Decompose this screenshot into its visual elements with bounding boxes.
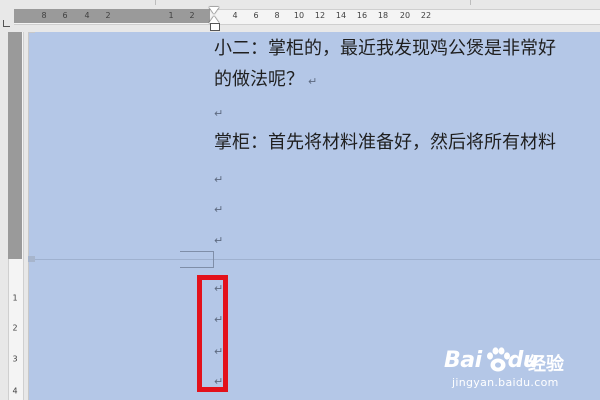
horizontal-ruler[interactable]: 8 6 4 2 1 2 4 6 8 10 12 14 16 18 20 22	[0, 0, 600, 33]
paragraph-line[interactable]: 的做法呢？ ↵	[214, 69, 317, 93]
paragraph-mark-icon: ↵	[214, 173, 224, 186]
ruler-label: 2	[12, 323, 18, 333]
paragraph-line[interactable]: 掌柜：首先将材料准备好，然后将所有材料	[214, 132, 556, 154]
ruler-label: 2	[189, 11, 195, 20]
ruler-label: 2	[105, 11, 111, 20]
ruler-label: 20	[399, 11, 411, 20]
left-indent-marker[interactable]	[210, 23, 220, 31]
page-break-line	[35, 259, 600, 260]
paragraph-line[interactable]: 小二：掌柜的，最近我发现鸡公煲是非常好	[214, 38, 556, 60]
first-line-indent-marker[interactable]	[209, 7, 219, 14]
margin-corner-mark	[180, 251, 214, 268]
ruler-top-mark	[155, 0, 156, 5]
paragraph-text: 小二：掌柜的，最近我发现鸡公煲是非常好	[214, 38, 556, 59]
ruler-label: 16	[356, 11, 368, 20]
paw-icon	[487, 347, 510, 372]
ruler-label: 1	[12, 293, 18, 303]
paragraph-mark-icon: ↵	[214, 203, 224, 216]
vertical-ruler-top-margin	[8, 32, 22, 259]
ruler-label: 8	[41, 11, 47, 20]
ruler-label: 14	[335, 11, 347, 20]
paragraph-mark-icon: ↵	[214, 234, 224, 247]
ruler-label: 12	[314, 11, 326, 20]
ruler-label: 8	[274, 11, 280, 20]
hanging-indent-marker[interactable]	[209, 16, 219, 23]
page-gap	[28, 256, 35, 262]
ruler-label: 22	[420, 11, 432, 20]
ruler-top-mark	[470, 0, 471, 5]
ruler-label: 4	[12, 386, 18, 396]
watermark-brand: 经验	[528, 354, 564, 375]
vertical-ruler[interactable]: 1 2 3 4	[0, 32, 29, 400]
watermark-url: jingyan.baidu.com	[452, 376, 559, 389]
paragraph-text: 掌柜：首先将材料准备好，然后将所有材料	[214, 132, 556, 153]
ruler-label: 6	[62, 11, 68, 20]
ruler-label: 1	[168, 11, 174, 20]
ruler-label: 4	[84, 11, 90, 20]
baidu-jingyan-watermark: Bai du 经验 jingyan.baidu.com	[438, 344, 588, 394]
ruler-label: 10	[293, 11, 305, 20]
annotation-highlight-box	[197, 275, 228, 392]
word-document-window: 8 6 4 2 1 2 4 6 8 10 12 14 16 18 20 22 1…	[0, 0, 600, 400]
paragraph-mark-icon: ↵	[214, 107, 224, 120]
ruler-label: 3	[12, 354, 18, 364]
paragraph-mark-icon: ↵	[308, 75, 318, 88]
tab-selector-icon[interactable]	[3, 20, 10, 27]
ruler-label: 6	[253, 11, 259, 20]
ruler-label: 18	[377, 11, 389, 20]
ruler-label: 4	[232, 11, 238, 20]
paragraph-text: 的做法呢？	[214, 69, 304, 90]
